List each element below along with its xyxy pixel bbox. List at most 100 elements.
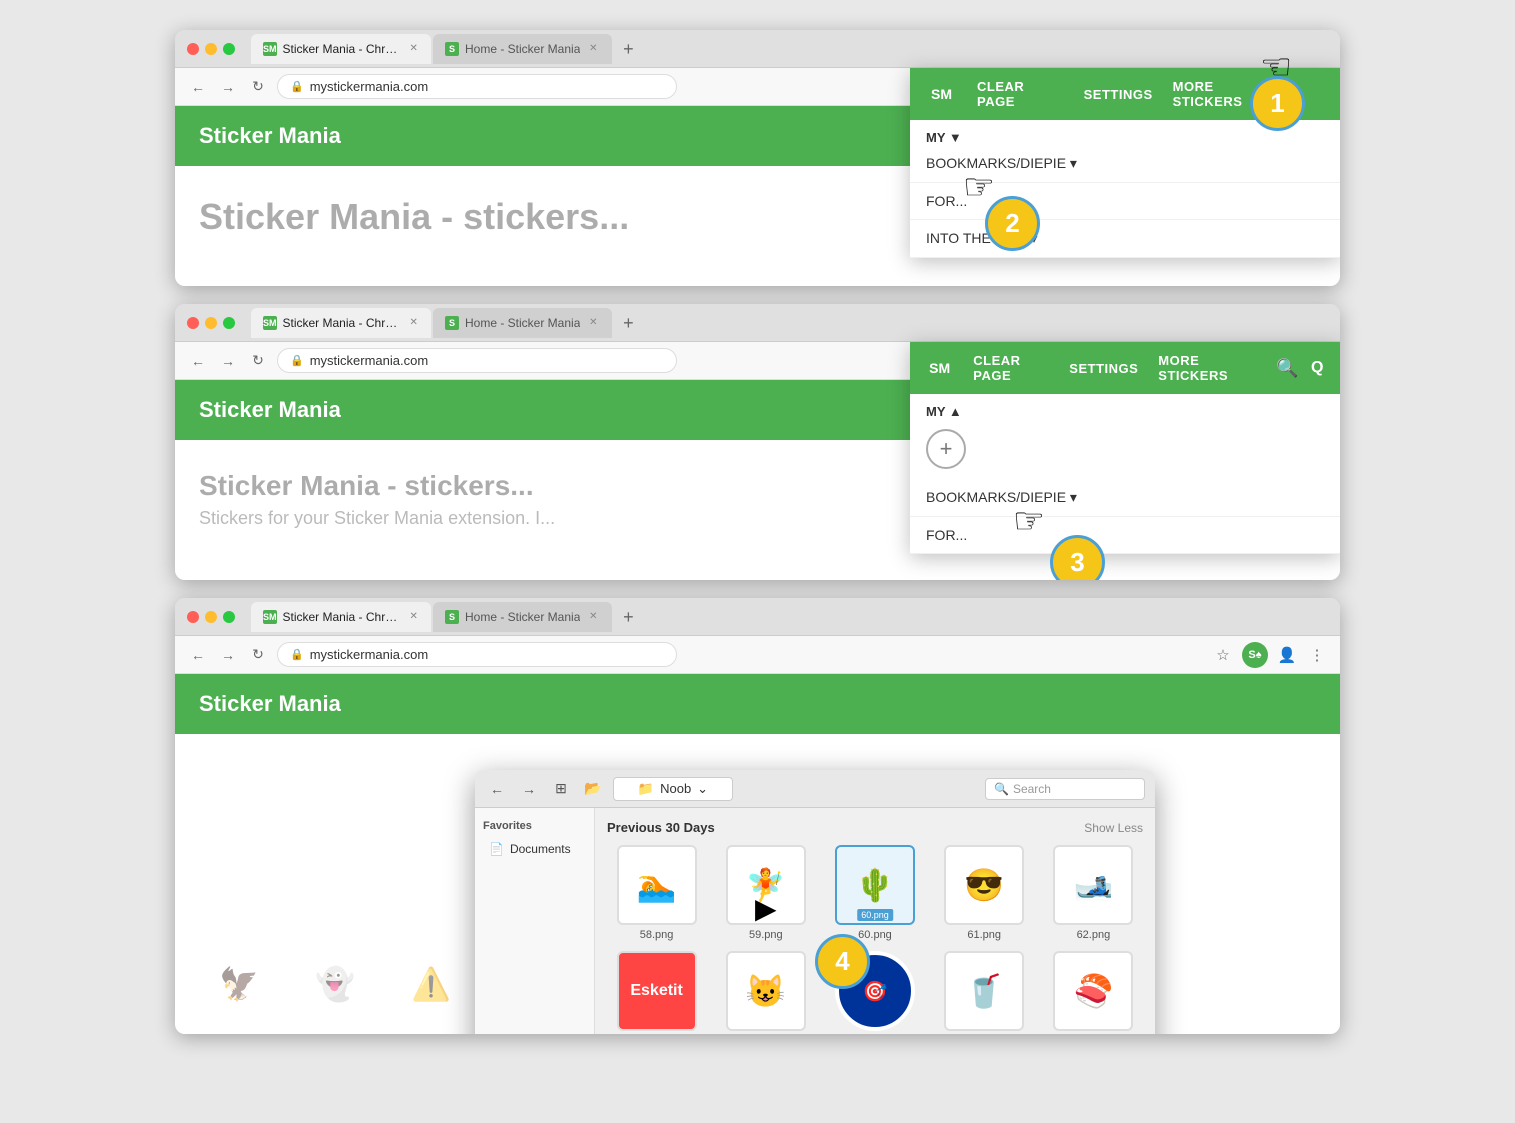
minimize-button-3[interactable] bbox=[205, 611, 217, 623]
forward-button[interactable]: → bbox=[217, 76, 239, 98]
close-button-3[interactable] bbox=[187, 611, 199, 623]
fp-sidebar: Favorites 📄 Documents bbox=[475, 808, 595, 1034]
reload-button-2[interactable]: ↻ bbox=[247, 350, 269, 372]
back-button[interactable]: ← bbox=[187, 76, 209, 98]
tab-home-w3[interactable]: S Home - Sticker Mania ✕ bbox=[433, 602, 612, 632]
fp-label-59: 59.png bbox=[749, 929, 783, 941]
clear-page-btn[interactable]: CLEAR PAGE bbox=[977, 79, 1064, 109]
fp-back-btn[interactable]: ← bbox=[485, 777, 509, 801]
tab-label-w3-1: Sticker Mania - Chrome Web S... bbox=[283, 610, 403, 624]
sticker-ghost: 👻 bbox=[295, 944, 375, 1024]
ext-bookmarks-item[interactable]: BOOKMARKS/DIEPIE ▾ bbox=[910, 145, 1340, 183]
settings-btn[interactable]: SETTINGS bbox=[1084, 87, 1153, 102]
back-button-2[interactable]: ← bbox=[187, 350, 209, 372]
url-text-3: mystickermania.com bbox=[310, 647, 428, 662]
new-tab-button-3[interactable]: + bbox=[614, 604, 642, 632]
tab-close-1[interactable]: ✕ bbox=[409, 42, 420, 56]
fp-thumb-60: 🌵 60.png bbox=[835, 845, 915, 925]
tab-favicon-w3-1: SM bbox=[263, 610, 277, 624]
tab-label-w3-2: Home - Sticker Mania bbox=[465, 610, 580, 624]
tab-favicon-2: S bbox=[445, 42, 459, 56]
fp-selected-label: 60.png bbox=[857, 909, 893, 921]
ext-for-item-2[interactable]: FOR... bbox=[910, 517, 1340, 554]
fp-file-62[interactable]: 🎿 62.png bbox=[1044, 845, 1143, 941]
tab-close-w2-2[interactable]: ✕ bbox=[586, 316, 600, 330]
fp-thumb-r2-5: 🍣 bbox=[1053, 951, 1133, 1031]
fp-documents-item[interactable]: 📄 Documents bbox=[483, 838, 586, 860]
new-tab-button-2[interactable]: + bbox=[614, 310, 642, 338]
title-bar-1: SM Sticker Mania - Chrome Web S... ✕ S H… bbox=[175, 30, 1340, 68]
tab-label-2: Home - Sticker Mania bbox=[465, 42, 580, 56]
tab-home-sticker-mania[interactable]: S Home - Sticker Mania ✕ bbox=[433, 34, 612, 64]
fp-view-btn[interactable]: ⊞ bbox=[549, 777, 573, 801]
fp-file-59[interactable]: 🧚 59.png bbox=[716, 845, 815, 941]
forward-button-3[interactable]: → bbox=[217, 644, 239, 666]
maximize-button-3[interactable] bbox=[223, 611, 235, 623]
new-tab-button[interactable]: + bbox=[614, 36, 642, 64]
fp-file-61[interactable]: 😎 61.png bbox=[935, 845, 1034, 941]
more-stickers-btn-2[interactable]: MORE STICKERS bbox=[1158, 353, 1256, 383]
tab-close-2[interactable]: ✕ bbox=[586, 42, 600, 56]
clear-page-btn-2[interactable]: CLEAR PAGE bbox=[973, 353, 1049, 383]
fp-file-r2-4[interactable]: 🥤 bbox=[935, 951, 1034, 1031]
ext-into-web-item[interactable]: INTO THE WEB ▾ bbox=[910, 220, 1340, 258]
step-badge-2: 2 bbox=[985, 196, 1040, 251]
settings-btn-2[interactable]: SETTINGS bbox=[1069, 361, 1138, 376]
fp-search-box[interactable]: 🔍 Search bbox=[985, 778, 1145, 800]
tab-sticker-mania-webstore[interactable]: SM Sticker Mania - Chrome Web S... ✕ bbox=[251, 34, 431, 64]
fp-file-r2-2[interactable]: 😺 bbox=[716, 951, 815, 1031]
close-button-2[interactable] bbox=[187, 317, 199, 329]
menu-icon-3[interactable]: ⋮ bbox=[1306, 644, 1328, 666]
reload-button[interactable]: ↻ bbox=[247, 76, 269, 98]
minimize-button-2[interactable] bbox=[205, 317, 217, 329]
tab-close-w3-1[interactable]: ✕ bbox=[409, 610, 420, 624]
fp-thumb-58: 🏊 bbox=[617, 845, 697, 925]
fp-nav-btn[interactable]: 📂 bbox=[581, 777, 605, 801]
site-content-2: Sticker Mania Sticker Mania - stickers..… bbox=[175, 380, 1340, 580]
tab-sm-w3[interactable]: SM Sticker Mania - Chrome Web S... ✕ bbox=[251, 602, 431, 632]
browser-window-2: SM Sticker Mania - Chrome Web S... ✕ S H… bbox=[175, 304, 1340, 580]
title-bar-2: SM Sticker Mania - Chrome Web S... ✕ S H… bbox=[175, 304, 1340, 342]
maximize-button[interactable] bbox=[223, 43, 235, 55]
fp-section-header: Previous 30 Days Show Less bbox=[607, 820, 1143, 835]
bookmark-star-icon-3[interactable]: ☆ bbox=[1212, 644, 1234, 666]
tab-bar-3: SM Sticker Mania - Chrome Web S... ✕ S H… bbox=[251, 602, 1328, 632]
fp-show-less-btn[interactable]: Show Less bbox=[1084, 821, 1143, 835]
ext-dropdown-2: SM CLEAR PAGE SETTINGS MORE STICKERS 🔍 Q… bbox=[910, 342, 1340, 554]
fp-file-r2-5[interactable]: 🍣 bbox=[1044, 951, 1143, 1031]
back-button-3[interactable]: ← bbox=[187, 644, 209, 666]
site-logo-2: Sticker Mania bbox=[199, 397, 341, 423]
sticker-bird: 🦅 bbox=[199, 944, 279, 1024]
fp-documents-icon: 📄 bbox=[489, 842, 504, 856]
add-pack-button[interactable]: + bbox=[926, 429, 966, 469]
url-bar-2[interactable]: 🔒 mystickermania.com bbox=[277, 348, 677, 373]
fp-folder-display[interactable]: 📁 Noob ⌄ bbox=[613, 777, 733, 801]
close-button[interactable] bbox=[187, 43, 199, 55]
file-picker-toolbar: ← → ⊞ 📂 📁 Noob ⌄ 🔍 Search bbox=[475, 770, 1155, 808]
fp-search-placeholder: Search bbox=[1013, 782, 1051, 796]
extension-icon-3[interactable]: S♠ bbox=[1242, 642, 1268, 668]
fp-file-60[interactable]: 🌵 60.png 60.png bbox=[825, 845, 924, 941]
ext-for-item[interactable]: FOR... bbox=[910, 183, 1340, 220]
maximize-button-2[interactable] bbox=[223, 317, 235, 329]
tab-home-w2[interactable]: S Home - Sticker Mania ✕ bbox=[433, 308, 612, 338]
reload-button-3[interactable]: ↻ bbox=[247, 644, 269, 666]
tab-close-w3-2[interactable]: ✕ bbox=[586, 610, 600, 624]
traffic-lights-3 bbox=[187, 611, 235, 623]
account-icon-3[interactable]: 👤 bbox=[1276, 644, 1298, 666]
fp-file-58[interactable]: 🏊 58.png bbox=[607, 845, 706, 941]
ext-bookmarks-item-2[interactable]: BOOKMARKS/DIEPIE ▾ bbox=[910, 479, 1340, 517]
tab-sm-w2[interactable]: SM Sticker Mania - Chrome Web S... ✕ bbox=[251, 308, 431, 338]
forward-button-2[interactable]: → bbox=[217, 350, 239, 372]
lock-icon-2: 🔒 bbox=[290, 354, 304, 367]
fp-file-r2-1[interactable]: Esketit bbox=[607, 951, 706, 1031]
tab-close-w2-1[interactable]: ✕ bbox=[409, 316, 420, 330]
ext-search-text[interactable]: 🔍 bbox=[1276, 358, 1299, 379]
ext-search-q[interactable]: Q bbox=[1311, 359, 1324, 377]
minimize-button[interactable] bbox=[205, 43, 217, 55]
fp-forward-btn[interactable]: → bbox=[517, 777, 541, 801]
url-bar[interactable]: 🔒 mystickermania.com bbox=[277, 74, 677, 99]
url-bar-3[interactable]: 🔒 mystickermania.com bbox=[277, 642, 677, 667]
address-actions-3: ☆ S♠ 👤 ⋮ bbox=[1212, 642, 1328, 668]
page-title-1: Sticker Mania - stickers... bbox=[199, 196, 629, 237]
